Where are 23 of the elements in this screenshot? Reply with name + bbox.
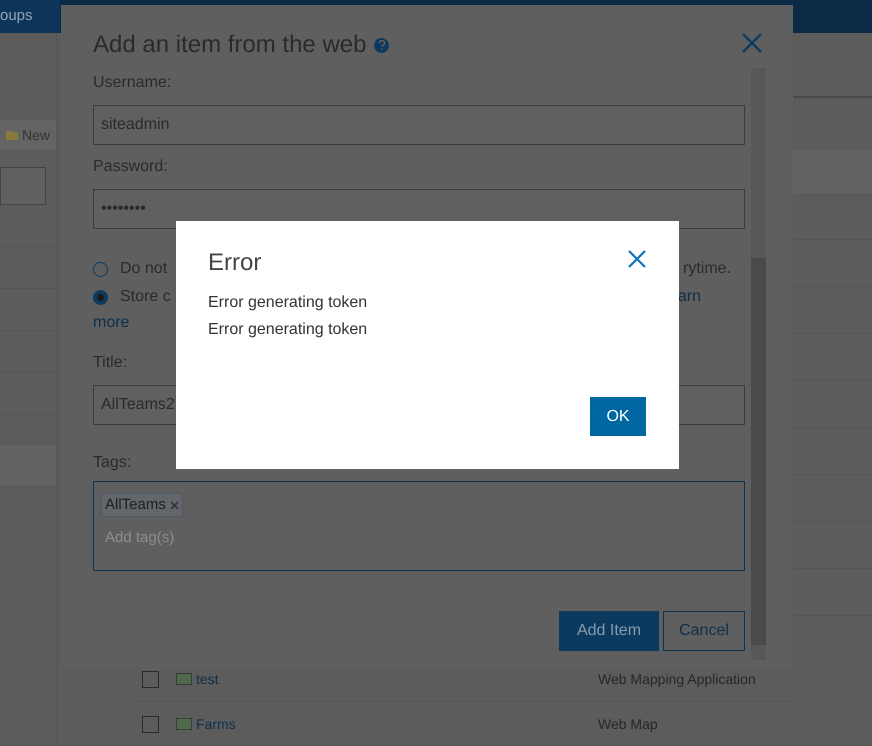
learn-link[interactable]: arn [678, 285, 701, 309]
checkbox[interactable] [142, 716, 159, 732]
error-message: Error generating token [208, 293, 368, 313]
error-message: Error generating token [208, 320, 368, 340]
radio-button[interactable] [93, 290, 108, 304]
help-icon[interactable] [374, 38, 390, 52]
add-item-button[interactable]: Add Item [559, 611, 659, 651]
map-thumbnail-icon [176, 718, 192, 730]
close-icon[interactable] [627, 249, 647, 269]
nav-tab[interactable]: oups [0, 0, 60, 33]
learn-link[interactable]: more [93, 311, 130, 339]
cancel-button[interactable]: Cancel [663, 611, 745, 651]
remove-icon[interactable] [170, 500, 179, 510]
tag-label: AllTeams [105, 494, 166, 515]
checkbox[interactable] [142, 670, 159, 688]
map-thumbnail-icon [176, 673, 192, 685]
ok-button[interactable]: OK [590, 397, 646, 436]
folder-icon [6, 130, 18, 140]
radio-button[interactable] [93, 262, 108, 276]
item-link[interactable]: test [196, 668, 598, 690]
error-title: Error [208, 248, 262, 278]
item-link[interactable]: Farms [196, 714, 598, 734]
search-field[interactable] [0, 167, 46, 205]
